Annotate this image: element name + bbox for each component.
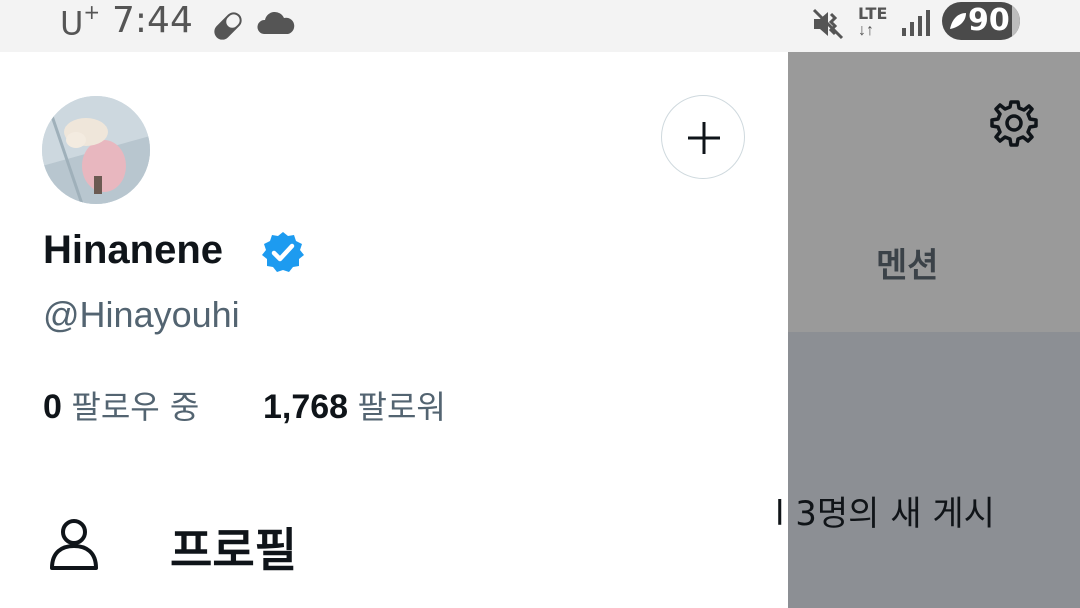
menu-item-label: 프로필	[170, 523, 297, 577]
menu-item-profile[interactable]: 프로필	[0, 502, 788, 592]
display-name[interactable]: Hinanene	[43, 228, 223, 273]
followers-label: 팔로워	[357, 388, 446, 426]
tab-mentions: 멘션	[876, 246, 939, 286]
avatar[interactable]	[42, 96, 150, 204]
pill-icon	[214, 12, 242, 40]
lte-icon: LTE ↓↑	[858, 4, 888, 39]
add-account-button[interactable]	[661, 95, 745, 179]
status-bar: U+ 7:44 LTE ↓↑ 90	[0, 0, 1080, 52]
background-overlay-top[interactable]	[788, 52, 1080, 332]
signal-icon	[902, 10, 930, 36]
person-icon	[50, 519, 98, 570]
battery-indicator: 90	[942, 2, 1020, 40]
leaf-icon	[950, 13, 966, 29]
followers-count: 1,768	[263, 388, 349, 426]
background-overlay-bottom[interactable]	[788, 332, 1080, 608]
followers-link[interactable]: 1,768 팔로워	[263, 382, 446, 428]
following-link[interactable]: 0 팔로우 중	[43, 382, 199, 428]
username-handle: @Hinayouhi	[43, 294, 240, 335]
cloud-icon	[257, 11, 295, 34]
following-count: 0	[43, 388, 62, 426]
clock: 7:44	[112, 0, 193, 41]
mute-vibrate-icon	[812, 8, 844, 40]
plus-icon	[688, 122, 720, 154]
notification-text: l 3명의 새 게시	[775, 494, 995, 534]
gear-icon	[990, 100, 1038, 147]
carrier-label: U+	[60, 0, 101, 43]
following-label: 팔로우 중	[71, 388, 200, 426]
navigation-drawer: Hinanene @Hinayouhi 0 팔로우 중 1,768 팔로워 프로…	[0, 52, 788, 608]
verified-badge-icon	[262, 232, 304, 272]
